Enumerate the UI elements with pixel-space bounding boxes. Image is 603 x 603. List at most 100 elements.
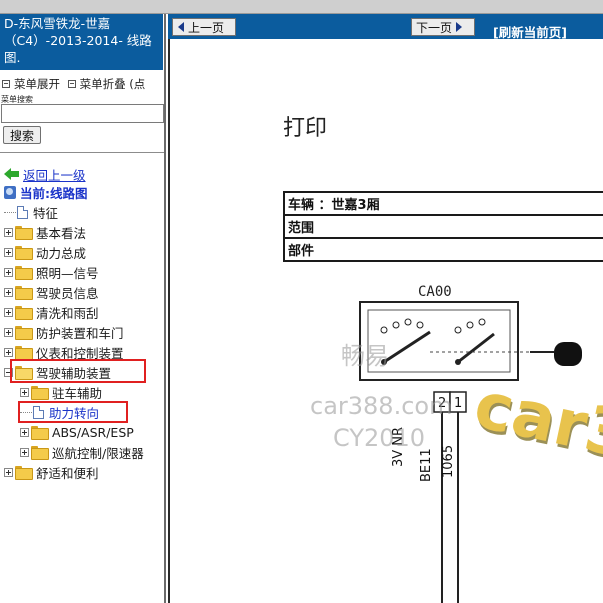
back-link-row[interactable]: 返回上一级	[4, 165, 86, 183]
left-triangle-icon	[178, 22, 184, 32]
document-icon	[17, 205, 28, 219]
next-page-button[interactable]: 下一页	[411, 18, 475, 36]
contact-dot	[416, 321, 424, 329]
tree-item-label: 清洗和雨刮	[36, 305, 99, 321]
wire-label: BE11	[419, 448, 434, 482]
expand-plus-icon[interactable]	[4, 267, 13, 277]
watermark-text: CY2010	[333, 424, 426, 452]
tree-item-parking-assist[interactable]: 驻车辅助	[20, 383, 102, 401]
book-icon	[4, 185, 16, 199]
pin-1-label: 1	[454, 396, 462, 411]
search-button[interactable]: 搜索	[3, 126, 41, 144]
tree-item-wash-wipe[interactable]: 清洗和雨刮	[4, 303, 99, 321]
tree-item-label: 特征	[33, 205, 59, 221]
current-location: 当前:线路图	[4, 183, 88, 201]
expand-plus-icon[interactable]	[4, 247, 13, 257]
contact-dot	[478, 318, 486, 326]
print-title: 打印	[283, 116, 328, 141]
tree-item-label: ABS/ASR/ESP	[52, 424, 134, 440]
menu-collapse-toggle[interactable]: 菜单折叠 (点	[67, 76, 146, 92]
menu-expand-label: 菜单展开	[14, 77, 60, 91]
top-strip	[0, 0, 603, 14]
back-link[interactable]: 返回上一级	[23, 165, 86, 184]
folder-icon	[31, 426, 49, 440]
expand-plus-icon[interactable]	[4, 227, 13, 237]
folder-icon	[31, 386, 49, 400]
contact-dot	[404, 318, 412, 326]
folder-icon	[15, 266, 33, 280]
contact-dot	[392, 321, 400, 329]
tree-item-label: 照明—信号	[36, 265, 99, 281]
tree-item-label: 防护装置和车门	[36, 325, 124, 341]
tree-item-comfort[interactable]: 舒适和便利	[4, 463, 99, 481]
folder-icon	[15, 466, 33, 480]
watermark-text: 畅易	[341, 342, 389, 370]
highlight-box	[18, 401, 128, 423]
part-cell: 部件	[283, 237, 603, 262]
divider	[0, 152, 164, 153]
tree-item-features[interactable]: 特征	[4, 203, 58, 221]
connector-label: CA00	[418, 284, 452, 300]
document-title: D-东风雪铁龙-世嘉（C4）-2013-2014- 线路图.	[0, 14, 163, 70]
search-input[interactable]	[1, 104, 164, 123]
tree-item-cruise-control[interactable]: 巡航控制/限速器	[20, 443, 144, 461]
expand-plus-icon[interactable]	[20, 427, 29, 437]
expand-plus-icon[interactable]	[20, 447, 29, 457]
tree-item-label: 巡航控制/限速器	[52, 445, 144, 461]
connector-inner	[367, 309, 511, 373]
tree-item-label: 舒适和便利	[36, 465, 99, 481]
folder-icon	[15, 346, 33, 360]
contact-dot	[466, 321, 474, 329]
expand-plus-icon[interactable]	[4, 287, 13, 297]
info-table: 车辆 ：世嘉3厢 范围 部件	[283, 191, 603, 262]
vehicle-cell: 车辆 ：世嘉3厢	[283, 191, 603, 216]
tree-item-lighting[interactable]: 照明—信号	[4, 263, 99, 281]
back-arrow-icon	[4, 168, 20, 180]
content-pane: 上一页 下一页 [刷新当前页] 打印 车辆 ：世嘉3厢 范围 部件 CA00 2…	[168, 14, 603, 603]
menu-toggles: 菜单展开 菜单折叠 (点	[2, 76, 149, 92]
expand-icon	[2, 80, 10, 88]
contact-dot	[380, 326, 388, 334]
watermark-text: car388.com	[310, 392, 453, 420]
tree-line	[4, 211, 16, 213]
prev-page-label: 上一页	[188, 20, 225, 35]
expand-plus-icon[interactable]	[4, 347, 13, 357]
menu-collapse-label: 菜单折叠 (点	[79, 77, 146, 91]
tree-item-driver-info[interactable]: 驾驶员信息	[4, 283, 99, 301]
scope-cell: 范围	[283, 214, 603, 239]
right-triangle-icon	[456, 22, 463, 32]
tree-item-label: 驻车辅助	[52, 385, 103, 401]
highlight-box	[10, 359, 146, 383]
folder-icon	[15, 286, 33, 300]
current-label: 当前:线路图	[20, 185, 88, 201]
expand-plus-icon[interactable]	[4, 307, 13, 317]
expand-plus-icon[interactable]	[4, 327, 13, 337]
folder-icon	[15, 326, 33, 340]
folder-icon	[15, 226, 33, 240]
collapse-icon	[67, 80, 76, 88]
switch-lever	[383, 330, 431, 364]
prev-page-button[interactable]: 上一页	[172, 18, 236, 36]
folder-icon	[31, 446, 49, 460]
contact-dot	[454, 326, 462, 334]
expand-plus-icon[interactable]	[4, 467, 13, 477]
menu-expand-toggle[interactable]: 菜单展开	[2, 76, 60, 92]
folder-icon	[15, 246, 33, 260]
tree-item-label: 动力总成	[36, 245, 87, 261]
nav-bar: 上一页 下一页 [刷新当前页]	[168, 14, 603, 41]
left-menu-pane: D-东风雪铁龙-世嘉（C4）-2013-2014- 线路图. 菜单展开 菜单折叠…	[0, 14, 166, 603]
key-icon	[554, 342, 582, 366]
switch-lever	[457, 332, 495, 364]
tree-item-abs[interactable]: ABS/ASR/ESP	[20, 423, 134, 441]
next-page-label: 下一页	[416, 20, 453, 35]
tree-item-powertrain[interactable]: 动力总成	[4, 243, 86, 261]
tree-item-basic[interactable]: 基本看法	[4, 223, 86, 241]
tree-item-protection-doors[interactable]: 防护装置和车门	[4, 323, 124, 341]
expand-plus-icon[interactable]	[20, 387, 29, 397]
pivot-dot	[455, 359, 461, 365]
refresh-page-link[interactable]: [刷新当前页]	[493, 22, 567, 41]
folder-icon	[15, 306, 33, 320]
tree-item-label: 基本看法	[36, 225, 87, 241]
wire-label: 1065	[441, 445, 456, 478]
tree-item-label: 驾驶员信息	[36, 285, 99, 301]
